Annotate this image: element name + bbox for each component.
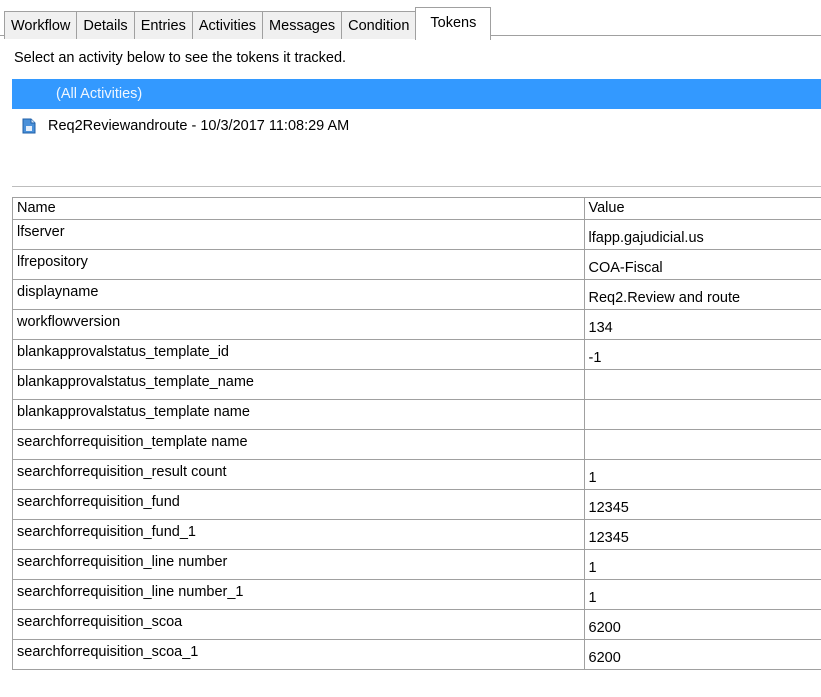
table-row[interactable]: workflowversion 134 bbox=[13, 309, 821, 340]
token-name-cell: searchforrequisition_line number bbox=[13, 549, 585, 580]
token-name-cell: searchforrequisition_fund bbox=[13, 489, 585, 520]
tab-messages[interactable]: Messages bbox=[262, 11, 343, 39]
token-value-cell: 12345 bbox=[584, 519, 821, 550]
tab-details[interactable]: Details bbox=[76, 11, 135, 39]
table-row[interactable]: displayname Req2.Review and route bbox=[13, 279, 821, 310]
token-value-cell: 6200 bbox=[584, 609, 821, 640]
tab-list: Workflow Details Entries Activities Messages… bbox=[4, 6, 492, 40]
token-name-cell: searchforrequisition_scoa_1 bbox=[13, 639, 585, 670]
table-row[interactable]: searchforrequisition_scoa_1 6200 bbox=[13, 639, 821, 670]
activity-item-label: Req2Reviewandroute - 10/3/2017 11:08:29 … bbox=[48, 118, 350, 134]
token-value-cell: Req2.Review and route bbox=[584, 279, 821, 310]
tokens-grid: Name Value lfserver lfapp.gajudicial.us lf… bbox=[12, 197, 821, 670]
activity-list[interactable]: (All Activities) Req2Reviewandroute - 10… bbox=[12, 79, 821, 187]
token-name-cell: lfrepository bbox=[13, 249, 585, 280]
column-header-value[interactable]: Value bbox=[584, 198, 821, 220]
activity-item[interactable]: Req2Reviewandroute - 10/3/2017 11:08:29 … bbox=[12, 109, 821, 143]
table-row[interactable]: blankapprovalstatus_template name bbox=[13, 399, 821, 430]
tab-entries[interactable]: Entries bbox=[133, 11, 193, 39]
tab-strip: Workflow Details Entries Activities Messages… bbox=[0, 0, 821, 40]
tab-activities[interactable]: Activities bbox=[191, 11, 264, 39]
instructions-text: Select an activity below to see the toke… bbox=[14, 50, 347, 66]
token-name-cell: displayname bbox=[13, 279, 585, 310]
token-name-cell: searchforrequisition_scoa bbox=[13, 609, 585, 640]
token-name-cell: searchforrequisition_template name bbox=[13, 429, 585, 460]
tab-workflow[interactable]: Workflow bbox=[4, 11, 78, 39]
token-value-cell: lfapp.gajudicial.us bbox=[584, 219, 821, 250]
token-value-cell: 6200 bbox=[584, 639, 821, 670]
table-row[interactable]: blankapprovalstatus_template_name bbox=[13, 369, 821, 400]
token-value-cell: 1 bbox=[584, 579, 821, 610]
token-name-cell: workflowversion bbox=[13, 309, 585, 340]
table-row[interactable]: blankapprovalstatus_template_id -1 bbox=[13, 339, 821, 370]
token-value-cell: 1 bbox=[584, 549, 821, 580]
token-name-cell: blankapprovalstatus_template_id bbox=[13, 339, 585, 370]
column-header-name[interactable]: Name bbox=[13, 198, 585, 220]
token-value-cell bbox=[584, 369, 821, 400]
table-row[interactable]: lfrepository COA-Fiscal bbox=[13, 249, 821, 280]
table-row[interactable]: lfserver lfapp.gajudicial.us bbox=[13, 219, 821, 250]
table-row[interactable]: searchforrequisition_line number 1 bbox=[13, 549, 821, 580]
token-name-cell: searchforrequisition_result count bbox=[13, 459, 585, 490]
grid-header-row: Name Value bbox=[13, 198, 821, 220]
token-name-cell: searchforrequisition_line number_1 bbox=[13, 579, 585, 610]
workflow-activity-icon bbox=[22, 118, 36, 134]
token-value-cell bbox=[584, 399, 821, 430]
tab-tokens[interactable]: Tokens bbox=[415, 7, 492, 40]
token-name-cell: blankapprovalstatus_template_name bbox=[13, 369, 585, 400]
token-value-cell: COA-Fiscal bbox=[584, 249, 821, 280]
token-name-cell: blankapprovalstatus_template name bbox=[13, 399, 585, 430]
token-value-cell bbox=[584, 429, 821, 460]
table-row[interactable]: searchforrequisition_fund 12345 bbox=[13, 489, 821, 520]
token-value-cell: 134 bbox=[584, 309, 821, 340]
table-row[interactable]: searchforrequisition_fund_1 12345 bbox=[13, 519, 821, 550]
token-value-cell: 1 bbox=[584, 459, 821, 490]
token-value-cell: 12345 bbox=[584, 489, 821, 520]
table-row[interactable]: searchforrequisition_line number_1 1 bbox=[13, 579, 821, 610]
table-row[interactable]: searchforrequisition_template name bbox=[13, 429, 821, 460]
table-row[interactable]: searchforrequisition_result count 1 bbox=[13, 459, 821, 490]
token-name-cell: lfserver bbox=[13, 219, 585, 250]
token-value-cell: -1 bbox=[584, 339, 821, 370]
token-name-cell: searchforrequisition_fund_1 bbox=[13, 519, 585, 550]
tab-condition[interactable]: Condition bbox=[341, 11, 417, 39]
table-row[interactable]: searchforrequisition_scoa 6200 bbox=[13, 609, 821, 640]
activity-all-activities[interactable]: (All Activities) bbox=[12, 79, 821, 109]
